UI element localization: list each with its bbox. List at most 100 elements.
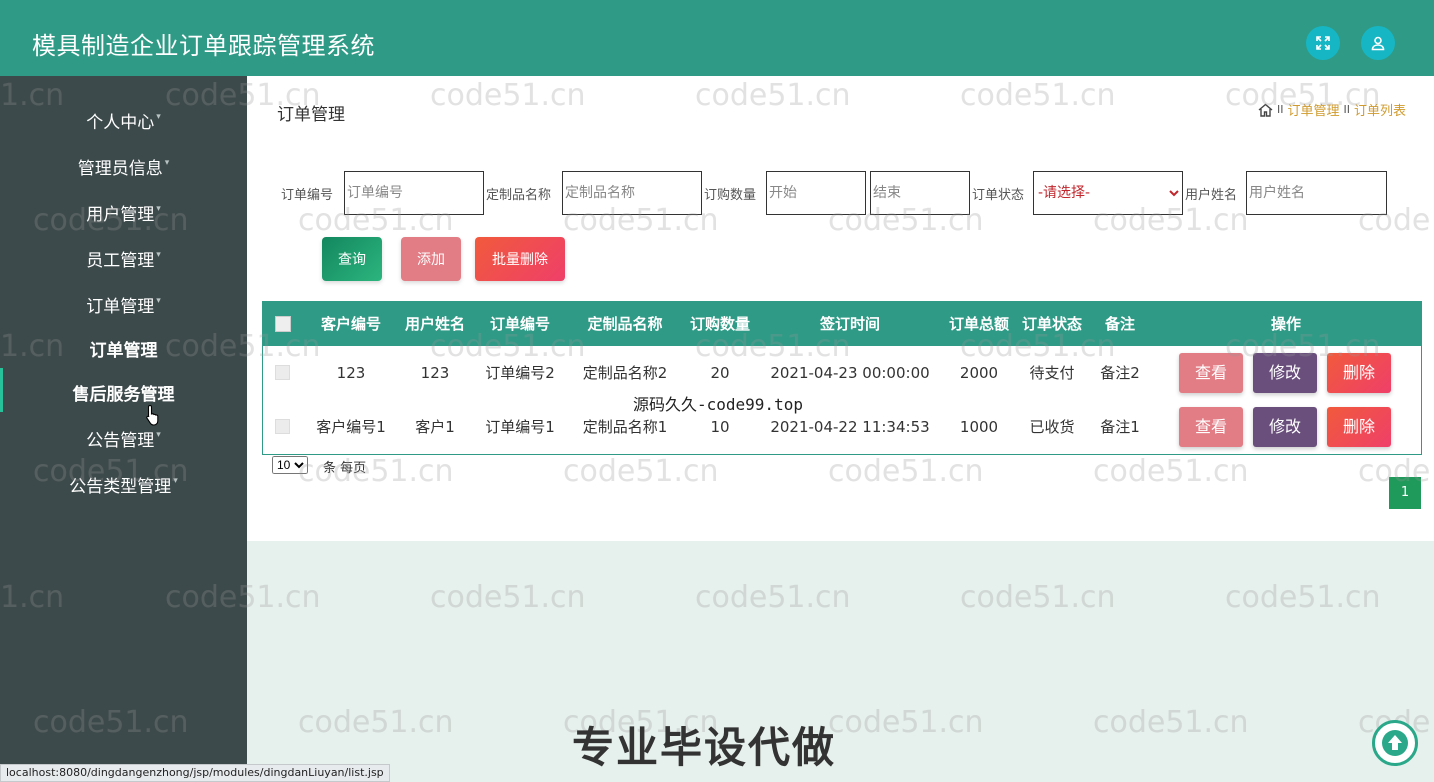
sidebar-item-label: 售后服务管理 xyxy=(72,384,175,405)
status-label: 订单状态 xyxy=(972,188,1025,203)
watermark: code51.cn xyxy=(695,580,851,615)
cell-order-no: 订单编号1 xyxy=(485,418,555,436)
sidebar-item-label: 公告类型管理 xyxy=(69,476,172,497)
sidebar-item-personal-center[interactable]: 个人中心 ▾ xyxy=(0,105,247,135)
column-header: 订单编号 xyxy=(489,315,550,333)
chevron-down-icon: ▾ xyxy=(156,112,161,122)
sidebar-item-order-management[interactable]: 订单管理 ▾ xyxy=(0,289,247,319)
cell-user-name: 客户1 xyxy=(415,418,455,436)
sidebar-item-label: 订单管理 xyxy=(86,296,155,317)
cell-customer-no: 客户编号1 xyxy=(316,418,386,436)
cell-customer-no: 123 xyxy=(336,364,366,382)
sidebar-item-employee-management[interactable]: 员工管理 ▾ xyxy=(0,243,247,273)
add-button[interactable]: 添加 xyxy=(401,237,461,281)
cell-remark: 备注1 xyxy=(1100,418,1140,436)
view-button[interactable]: 查看 xyxy=(1179,407,1243,447)
order-no-label: 订单编号 xyxy=(281,188,334,203)
delete-button[interactable]: 删除 xyxy=(1327,407,1391,447)
page-number-button[interactable]: 1 xyxy=(1389,477,1421,509)
column-header: 用户姓名 xyxy=(404,315,465,333)
sidebar-item-label: 管理员信息 xyxy=(77,158,163,179)
breadcrumb-item[interactable]: 订单管理 xyxy=(1287,100,1339,119)
sidebar-item-label: 订单管理 xyxy=(89,340,158,361)
sidebar-item-notice-management[interactable]: 公告管理 ▾ xyxy=(0,423,247,453)
product-name-input[interactable] xyxy=(562,171,702,215)
breadcrumb-item: 订单列表 xyxy=(1353,104,1406,119)
table-row: 123 123 订单编号2 定制品名称2 20 2021-04-23 00:00… xyxy=(263,346,1421,400)
watermark: code51.cn xyxy=(960,580,1116,615)
table-header: 客户编号 用户姓名 订单编号 定制品名称 订购数量 签订时间 订单总额 订单状态… xyxy=(263,302,1421,346)
chevron-down-icon: ▾ xyxy=(156,296,161,306)
cell-user-name: 123 xyxy=(420,364,450,382)
top-header: 模具制造企业订单跟踪管理系统 xyxy=(0,0,1434,76)
cell-status: 已收货 xyxy=(1029,418,1075,436)
watermark: code51.cn xyxy=(298,705,454,740)
quantity-end-input[interactable] xyxy=(870,171,970,215)
row-checkbox[interactable] xyxy=(275,419,290,434)
query-button[interactable]: 查询 xyxy=(322,237,382,281)
watermark: code51.cn xyxy=(828,705,984,740)
home-icon[interactable] xyxy=(1258,103,1273,117)
cell-order-no: 订单编号2 xyxy=(485,364,555,382)
breadcrumb: II 订单管理 II 订单列表 xyxy=(1258,100,1406,119)
watermark: code51.cn xyxy=(430,580,586,615)
chevron-down-icon: ▾ xyxy=(156,250,161,260)
column-header: 订单总额 xyxy=(948,315,1009,333)
app-title: 模具制造企业订单跟踪管理系统 xyxy=(32,32,375,60)
edit-button[interactable]: 修改 xyxy=(1253,407,1317,447)
arrow-up-icon xyxy=(1382,730,1408,756)
user-name-input[interactable] xyxy=(1246,171,1387,215)
cell-remark: 备注2 xyxy=(1100,364,1140,382)
status-select[interactable]: -请选择- xyxy=(1033,171,1183,215)
page-size-select[interactable]: 10 xyxy=(272,456,308,474)
promo-banner: 专业毕设代做 xyxy=(572,723,837,772)
sidebar-subitem-order-management[interactable]: 订单管理 xyxy=(0,333,247,363)
column-header: 订购数量 xyxy=(689,315,750,333)
select-all-checkbox[interactable] xyxy=(275,316,291,332)
sidebar-item-label: 员工管理 xyxy=(86,250,155,271)
fullscreen-button[interactable] xyxy=(1306,26,1340,60)
fullscreen-icon xyxy=(1316,36,1330,50)
column-header: 签订时间 xyxy=(819,315,880,333)
sidebar-item-admin-info[interactable]: 管理员信息 ▾ xyxy=(0,151,247,181)
chevron-down-icon: ▾ xyxy=(156,430,161,440)
cell-total: 2000 xyxy=(959,364,999,382)
table-row: 客户编号1 客户1 订单编号1 定制品名称1 10 2021-04-22 11:… xyxy=(263,400,1421,454)
quantity-label: 订购数量 xyxy=(704,188,757,203)
sidebar-item-user-management[interactable]: 用户管理 ▾ xyxy=(0,197,247,227)
back-to-top-button[interactable] xyxy=(1372,720,1418,766)
column-header: 客户编号 xyxy=(320,315,381,333)
sidebar: 个人中心 ▾ 管理员信息 ▾ 用户管理 ▾ 员工管理 ▾ 订单管理 ▾ 订单管理 售后服务… xyxy=(0,76,247,782)
breadcrumb-separator: II xyxy=(1343,103,1350,116)
user-button[interactable] xyxy=(1361,26,1395,60)
row-checkbox[interactable] xyxy=(275,365,290,380)
sidebar-item-label: 用户管理 xyxy=(86,204,155,225)
delete-button[interactable]: 删除 xyxy=(1327,353,1391,393)
column-header: 操作 xyxy=(1270,315,1301,333)
sidebar-item-notice-type-management[interactable]: 公告类型管理 ▾ xyxy=(0,469,247,499)
orders-table: 客户编号 用户姓名 订单编号 定制品名称 订购数量 签订时间 订单总额 订单状态… xyxy=(262,301,1422,455)
column-header: 备注 xyxy=(1104,315,1135,333)
user-icon xyxy=(1371,36,1385,51)
watermark: code51.cn xyxy=(1225,580,1381,615)
cell-status: 待支付 xyxy=(1029,364,1075,382)
page-size-label: 条 每页 xyxy=(323,461,367,476)
quantity-start-input[interactable] xyxy=(766,171,866,215)
sidebar-item-label: 个人中心 xyxy=(86,112,155,133)
column-header: 订单状态 xyxy=(1021,315,1082,333)
order-no-input[interactable] xyxy=(344,171,484,215)
column-header: 定制品名称 xyxy=(587,315,663,333)
watermark: code51.cn xyxy=(1093,705,1249,740)
overlay-caption: 源码久久-code99.top xyxy=(633,395,803,414)
batch-delete-button[interactable]: 批量删除 xyxy=(475,237,565,281)
view-button[interactable]: 查看 xyxy=(1179,353,1243,393)
cell-total: 1000 xyxy=(959,418,999,436)
edit-button[interactable]: 修改 xyxy=(1253,353,1317,393)
chevron-down-icon: ▾ xyxy=(156,204,161,214)
page-title: 订单管理 xyxy=(277,105,345,125)
user-name-label: 用户姓名 xyxy=(1185,188,1238,203)
chevron-down-icon: ▾ xyxy=(173,476,178,486)
chevron-down-icon: ▾ xyxy=(164,158,170,168)
hand-cursor-icon xyxy=(146,404,159,426)
sidebar-subitem-after-sales[interactable]: 售后服务管理 xyxy=(0,377,247,407)
